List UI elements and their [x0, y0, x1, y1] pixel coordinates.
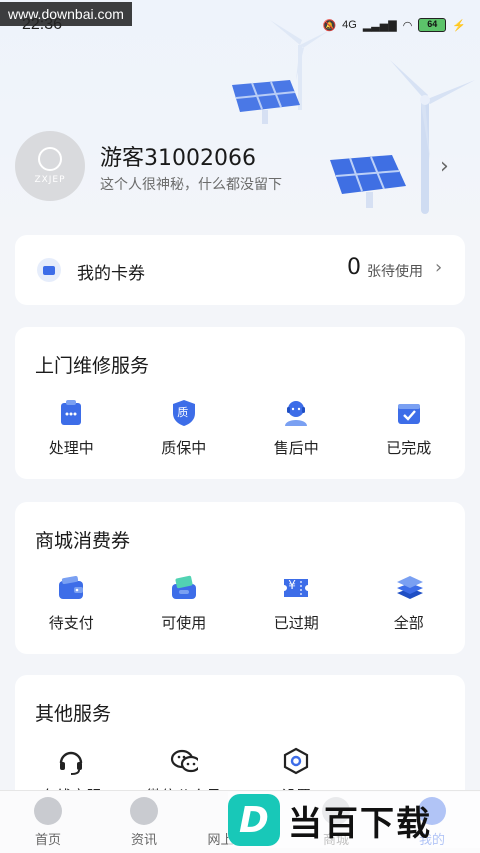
my-coupons-card[interactable]: 我的卡券 0 张待使用 ›	[15, 235, 465, 305]
coupon-status: 张待使用	[367, 264, 423, 280]
expired-ticket-icon: ¥	[282, 574, 310, 602]
repair-after-sale[interactable]: 售后中	[240, 399, 353, 458]
tab-label: 首页	[34, 833, 61, 848]
shield-badge: 质	[177, 406, 189, 419]
solar-wind-illustration	[232, 20, 475, 214]
chevron-right-icon[interactable]: ›	[440, 154, 449, 179]
repair-completed[interactable]: 已完成	[353, 399, 466, 458]
coupon-title: 我的卡券	[77, 264, 145, 284]
clipboard-icon	[57, 399, 85, 427]
tab-home[interactable]: 首页	[0, 791, 96, 853]
item-label: 已过期	[273, 614, 319, 632]
item-label: 全部	[393, 614, 424, 632]
mall-coupon-card: 商城消费券 待支付 可使用 ¥ 已过期 全部	[15, 502, 465, 654]
user-name[interactable]: 游客31002066	[100, 140, 256, 172]
support-agent-icon	[282, 399, 310, 427]
wechat-icon	[170, 747, 198, 775]
currency-badge: ¥	[288, 578, 296, 592]
solar-panel-large	[330, 155, 406, 208]
tab-news[interactable]: 资讯	[96, 791, 192, 853]
home-icon	[34, 797, 62, 825]
coupon-count: 0	[347, 255, 361, 280]
solar-panel-small	[232, 80, 300, 124]
coupon-icon	[37, 258, 61, 282]
avatar-text: ZXJEP	[34, 175, 66, 185]
item-label: 已完成	[386, 439, 432, 457]
brand-logo-icon: D	[228, 794, 280, 846]
ticket-wallet-icon	[170, 574, 198, 602]
status-bar-right: 🔕 4G ▂▃▅▇ ◠ 64 ⚡	[322, 18, 466, 32]
headset-icon	[57, 747, 85, 775]
wallet-icon	[57, 574, 85, 602]
user-bio: 这个人很神秘，什么都没留下	[100, 177, 282, 193]
news-icon	[130, 797, 158, 825]
repair-warranty[interactable]: 质 质保中	[128, 399, 241, 458]
shield-icon: 质	[170, 399, 198, 427]
section-title: 上门维修服务	[35, 355, 150, 377]
check-box-icon	[395, 399, 423, 427]
chevron-right-icon[interactable]: ›	[435, 257, 442, 278]
avatar-logo-icon	[38, 147, 62, 171]
repair-service-card: 上门维修服务 处理中 质 质保中 售后中 已完成	[15, 327, 465, 479]
avatar[interactable]: ZXJEP	[15, 131, 85, 201]
settings-hex-icon	[282, 747, 310, 775]
mall-pending-payment[interactable]: 待支付	[15, 574, 128, 633]
profile-header	[0, 0, 480, 230]
item-label: 处理中	[48, 439, 94, 457]
item-label: 可使用	[161, 614, 207, 632]
wifi-icon: ◠	[402, 19, 413, 32]
item-label: 待支付	[48, 614, 94, 632]
status-time: 22:36	[22, 16, 63, 33]
network-label: 4G	[342, 19, 357, 31]
item-label: 售后中	[273, 439, 319, 457]
layers-icon	[395, 574, 423, 602]
section-title: 商城消费券	[35, 530, 131, 552]
charging-icon: ⚡	[452, 19, 466, 32]
mute-icon: 🔕	[322, 19, 337, 32]
brand-text: 当百下载	[288, 803, 432, 844]
tab-label: 资讯	[130, 833, 157, 848]
mall-expired[interactable]: ¥ 已过期	[240, 574, 353, 633]
mall-usable[interactable]: 可使用	[128, 574, 241, 633]
signal-icon: ▂▃▅▇	[362, 19, 397, 32]
battery-icon: 64	[418, 18, 447, 32]
site-watermark: www.downbai.com	[0, 2, 132, 26]
repair-processing[interactable]: 处理中	[15, 399, 128, 458]
section-title: 其他服务	[35, 703, 112, 725]
item-label: 质保中	[161, 439, 207, 457]
mall-all[interactable]: 全部	[353, 574, 466, 633]
brand-watermark: D 当百下载	[228, 792, 480, 848]
